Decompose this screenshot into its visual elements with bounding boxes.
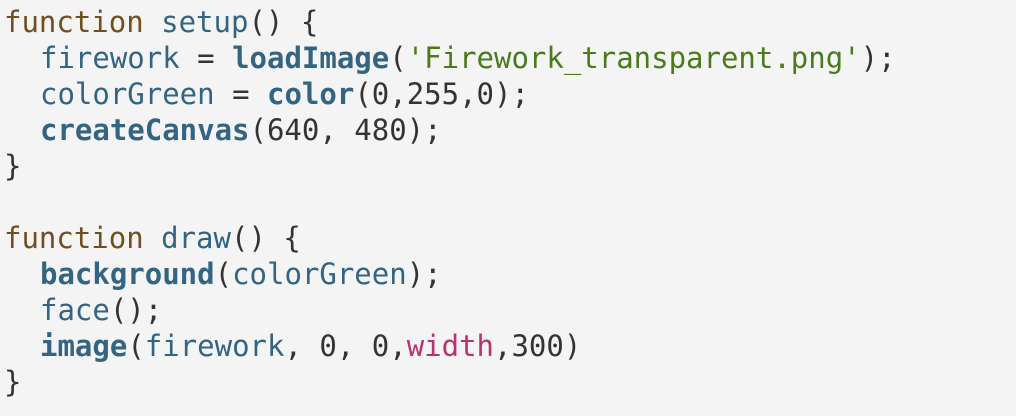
code-token-kw: function [4,221,162,255]
code-line[interactable]: firework = loadImage('Firework_transpare… [4,40,1016,76]
code-token-pun: , 0, 0, [284,329,407,363]
code-line[interactable]: } [4,148,1016,184]
code-line[interactable]: background(colorGreen); [4,256,1016,292]
code-token-pun: = [214,77,267,111]
code-line[interactable] [4,184,1016,220]
code-token-pun: () { [248,5,319,39]
code-token-var: firework [40,41,180,75]
code-token-kw: function [4,5,162,39]
code-line[interactable]: function draw() { [4,220,1016,256]
code-token-pun: () { [230,221,301,255]
code-token-pun: } [4,149,22,183]
code-line[interactable]: } [4,364,1016,400]
code-token-pun: = [179,41,233,75]
code-token-pun: ,300) [494,329,582,363]
code-token-pun: ( [127,329,145,363]
code-token-var: colorGreen [232,257,407,291]
code-token-pun: ( [389,41,407,75]
code-token-pun: ); [406,257,442,291]
code-token-var: firework [144,329,285,363]
code-token-bi: color [267,77,355,111]
code-token-bi: background [40,257,215,291]
code-token-pun: ); [860,41,896,75]
code-token-pun: (640, 480); [249,113,442,147]
code-token-var: face [40,293,110,327]
code-token-fn: setup [161,5,249,39]
code-line[interactable]: colorGreen = color(0,255,0); [4,76,1016,112]
code-token-bi: createCanvas [40,113,250,147]
code-token-var: colorGreen [40,77,215,111]
code-line[interactable]: image(firework, 0, 0,width,300) [4,328,1016,364]
code-token-bi: image [40,329,128,363]
code-token-pun: (); [109,293,163,327]
code-line[interactable]: createCanvas(640, 480); [4,112,1016,148]
code-token-pun: ( [214,257,233,291]
code-editor[interactable]: function setup() {firework = loadImage('… [0,0,1016,416]
code-token-cst: width [406,329,494,363]
code-line[interactable]: function setup() { [4,4,1016,40]
code-token-pun: (0,255,0); [354,77,529,111]
code-token-bi: loadImage [232,41,390,75]
code-line[interactable]: face(); [4,292,1016,328]
code-token-str: 'Firework_transparent.png' [406,41,861,75]
code-token-pun: } [4,365,22,399]
code-token-fn: draw [161,221,231,255]
